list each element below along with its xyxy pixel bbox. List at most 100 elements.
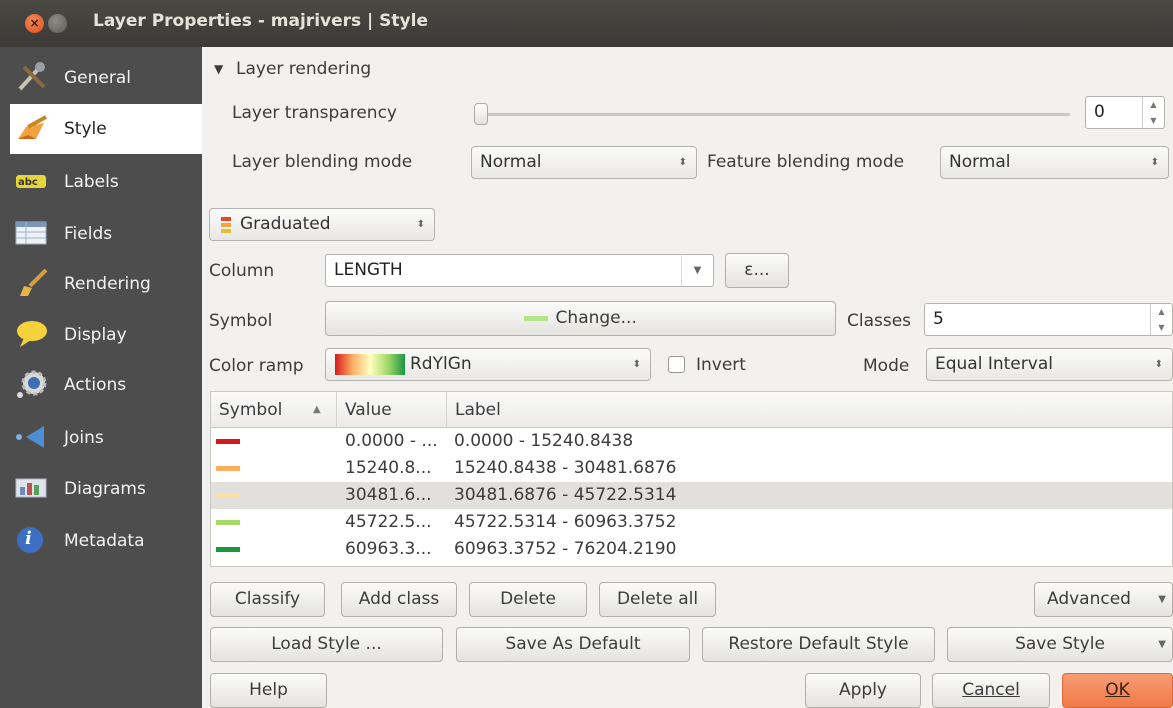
delete-button[interactable]: Delete <box>469 582 587 617</box>
join-arrow-icon <box>16 426 44 448</box>
sidebar-item-style[interactable]: Style <box>10 104 202 154</box>
class-value-cell: 30481.6... <box>345 485 432 505</box>
gear-icon <box>17 370 47 398</box>
table-row[interactable]: 45722.5... 45722.5314 - 60963.3752 <box>211 509 1172 536</box>
column-header-symbol[interactable]: Symbol ▲ <box>211 392 337 428</box>
class-symbol-swatch[interactable] <box>216 439 240 444</box>
sidebar-item-joins[interactable]: Joins <box>10 413 202 463</box>
classes-value: 5 <box>933 309 944 329</box>
style-panel: ▼ Layer rendering Layer transparency 0 ▲… <box>202 47 1173 708</box>
speech-bubble-icon <box>17 321 47 347</box>
column-label: Column <box>209 261 275 281</box>
graduated-renderer-icon <box>221 217 231 233</box>
class-label-cell: 45722.5314 - 60963.3752 <box>454 512 677 532</box>
sidebar-item-metadata[interactable]: i Metadata <box>10 516 202 566</box>
classes-spinbox[interactable]: 5 ▲ ▼ <box>924 303 1173 336</box>
classes-table[interactable]: Symbol ▲ Value Label 0.0000 - ... 0.0000 … <box>210 391 1173 567</box>
sidebar-item-general[interactable]: General <box>10 53 202 103</box>
minimize-window-button[interactable] <box>48 14 67 33</box>
sidebar-item-diagrams[interactable]: Diagrams <box>10 464 202 514</box>
sidebar-item-label: Actions <box>64 375 127 395</box>
class-value-cell: 15240.8... <box>345 458 432 478</box>
color-ramp-value: RdYlGn <box>410 354 472 374</box>
sidebar-item-display[interactable]: Display <box>10 310 202 360</box>
load-style-button[interactable]: Load Style ... <box>210 627 443 662</box>
tools-icon <box>18 62 46 91</box>
column-header-label[interactable]: Label <box>447 392 1173 428</box>
sidebar: General Style abc Labels Fields Renderin… <box>0 47 202 708</box>
table-row[interactable]: 15240.8... 15240.8438 - 30481.6876 <box>211 455 1172 482</box>
class-symbol-swatch[interactable] <box>216 466 240 471</box>
feature-blending-combo[interactable]: Normal ⬍ <box>940 146 1169 179</box>
save-as-default-button[interactable]: Save As Default <box>456 627 690 662</box>
table-row[interactable]: 30481.6... 30481.6876 - 45722.5314 <box>211 482 1172 509</box>
dropdown-arrow-icon: ▼ <box>1158 639 1166 650</box>
invert-checkbox[interactable] <box>668 356 685 373</box>
header-label: Symbol <box>219 400 283 420</box>
class-symbol-swatch[interactable] <box>216 493 240 498</box>
layer-transparency-label: Layer transparency <box>232 103 397 123</box>
color-ramp-preview <box>335 354 405 375</box>
add-class-button[interactable]: Add class <box>341 582 457 617</box>
invert-label: Invert <box>696 355 746 375</box>
table-row[interactable]: 0.0000 - ... 0.0000 - 15240.8438 <box>211 428 1172 455</box>
close-window-button[interactable]: × <box>25 14 44 33</box>
color-ramp-label: Color ramp <box>209 356 304 376</box>
renderer-type-combo[interactable]: Graduated ⬍ <box>209 208 435 241</box>
spin-arrows[interactable]: ▲ ▼ <box>1150 304 1172 335</box>
restore-default-style-button[interactable]: Restore Default Style <box>702 627 935 662</box>
spin-arrows[interactable]: ▲ ▼ <box>1142 97 1164 128</box>
updown-arrow-icon: ⬍ <box>678 157 687 168</box>
delete-all-button[interactable]: Delete all <box>599 582 716 617</box>
dropdown-arrow-icon: ▼ <box>1158 594 1166 605</box>
section-header-layer-rendering[interactable]: Layer rendering <box>236 59 371 79</box>
cancel-button[interactable]: Cancel <box>932 673 1050 708</box>
table-row[interactable]: 60963.3... 60963.3752 - 76204.2190 <box>211 536 1172 563</box>
updown-arrow-icon: ⬍ <box>1150 157 1159 168</box>
class-value-cell: 45722.5... <box>345 512 432 532</box>
feature-blending-label: Feature blending mode <box>707 152 905 172</box>
table-header: Symbol ▲ Value Label <box>211 392 1172 428</box>
sidebar-item-label: Labels <box>64 172 119 192</box>
class-symbol-swatch[interactable] <box>216 520 240 525</box>
collapse-arrow-icon[interactable]: ▼ <box>214 62 223 76</box>
class-label-cell: 30481.6876 - 45722.5314 <box>454 485 677 505</box>
save-style-button[interactable]: Save Style ▼ <box>947 627 1173 662</box>
layer-blending-value: Normal <box>480 152 542 172</box>
class-label-cell: 15240.8438 - 30481.6876 <box>454 458 677 478</box>
sidebar-item-labels[interactable]: abc Labels <box>10 157 202 207</box>
feature-blending-value: Normal <box>949 152 1011 172</box>
sidebar-item-fields[interactable]: Fields <box>10 209 202 259</box>
sidebar-item-label: Style <box>64 119 107 139</box>
mode-combo[interactable]: Equal Interval ⬍ <box>926 348 1173 381</box>
transparency-spinbox[interactable]: 0 ▲ ▼ <box>1085 96 1165 129</box>
color-ramp-combo[interactable]: RdYlGn ⬍ <box>325 348 651 381</box>
help-button[interactable]: Help <box>210 673 327 708</box>
classify-button[interactable]: Classify <box>210 582 325 617</box>
layer-blending-combo[interactable]: Normal ⬍ <box>471 146 697 179</box>
symbol-label: Symbol <box>209 311 273 331</box>
updown-arrow-icon: ⬍ <box>1154 359 1163 370</box>
table-icon <box>15 221 47 245</box>
column-combo[interactable]: LENGTH ▼ <box>325 254 714 287</box>
sidebar-item-rendering[interactable]: Rendering <box>10 259 202 309</box>
sidebar-item-label: Joins <box>64 428 104 448</box>
mode-value: Equal Interval <box>935 354 1053 374</box>
sidebar-item-actions[interactable]: Actions <box>10 360 202 410</box>
ok-button[interactable]: OK <box>1062 673 1173 708</box>
change-button-label: Change... <box>555 308 637 328</box>
expression-button[interactable]: ε... <box>725 253 789 288</box>
dropdown-arrow-icon[interactable]: ▼ <box>681 255 713 286</box>
column-header-value[interactable]: Value <box>337 392 447 428</box>
transparency-slider-handle[interactable] <box>474 103 488 125</box>
transparency-slider-track[interactable] <box>480 113 1070 116</box>
change-symbol-button[interactable]: Change... <box>325 301 836 336</box>
sidebar-item-label: Fields <box>64 224 113 244</box>
renderer-type-value: Graduated <box>240 214 331 234</box>
class-symbol-swatch[interactable] <box>216 547 240 552</box>
classes-label: Classes <box>847 311 912 331</box>
info-badge: i <box>25 528 32 549</box>
apply-button[interactable]: Apply <box>805 673 921 708</box>
brush-icon <box>20 268 48 296</box>
advanced-button[interactable]: Advanced ▼ <box>1034 582 1173 617</box>
